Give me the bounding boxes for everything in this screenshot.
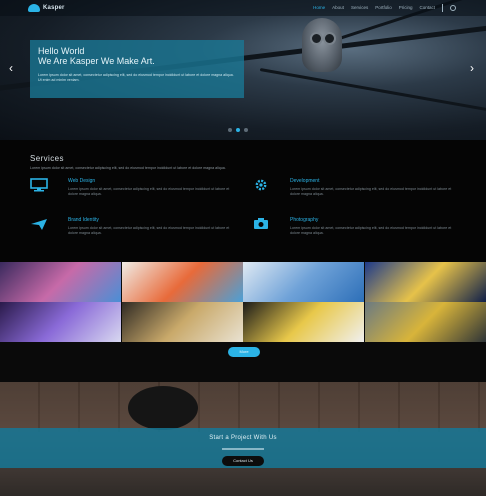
service-text: Lorem ipsum dolor sit amet, consectetur …: [68, 226, 230, 235]
chevron-left-icon[interactable]: ‹: [9, 62, 13, 74]
service-text: Lorem ipsum dolor sit amet, consectetur …: [68, 187, 230, 196]
gallery-tile-anime-city[interactable]: [0, 262, 121, 302]
hero-caption: Hello World We Are Kasper We Make Art. L…: [30, 40, 244, 98]
plane-icon: [31, 219, 47, 230]
brick-wall-background: [0, 382, 486, 432]
slider-dot[interactable]: [244, 128, 248, 132]
gallery-tile-robot-truck[interactable]: [364, 302, 486, 342]
gear-icon: [255, 179, 267, 191]
nav-item-about[interactable]: About: [332, 4, 344, 12]
gallery-tile-space-ship[interactable]: [0, 302, 121, 342]
slider-dot[interactable]: [228, 128, 232, 132]
chevron-right-icon[interactable]: ›: [470, 62, 474, 74]
hero-slider: Hello World We Are Kasper We Make Art. L…: [0, 0, 486, 140]
hero-title-line1: Hello World: [38, 46, 85, 56]
portfolio-gallery: [0, 262, 486, 342]
nav-item-portfolio[interactable]: Portfolio: [375, 4, 392, 12]
service-item: Development Lorem ipsum dolor sit amet, …: [252, 178, 452, 214]
owl-image: [302, 18, 342, 72]
desktop-icon: [30, 178, 48, 192]
services-title: Services: [30, 154, 64, 163]
brand-name: Kasper: [43, 5, 65, 11]
service-item: Web Design Lorem ipsum dolor sit amet, c…: [30, 178, 230, 214]
nav-item-home[interactable]: Home: [313, 4, 325, 12]
slider-dot[interactable]: [236, 128, 240, 132]
search-icon[interactable]: [450, 5, 456, 11]
tree-branch: [259, 68, 486, 111]
top-navbar: Kasper Home About Services Portfolio Pricing…: [0, 0, 486, 16]
service-title: Brand Identity: [68, 217, 99, 223]
gallery-tile-skyline-paint[interactable]: [121, 262, 243, 302]
hero-title-line2: We Are Kasper We Make Art.: [38, 56, 155, 66]
more-button[interactable]: More: [228, 347, 260, 357]
hero-text: Lorem ipsum dolor sit amet, consectetur …: [38, 73, 234, 82]
service-text: Lorem ipsum dolor sit amet, consectetur …: [290, 226, 452, 235]
services-section: Services Lorem ipsum dolor sit amet, con…: [0, 140, 486, 262]
service-item: Photography Lorem ipsum dolor sit amet, …: [252, 217, 452, 253]
service-title: Development: [290, 178, 320, 184]
gallery-tile-graffiti-wall[interactable]: [243, 302, 364, 342]
camera-icon: [254, 218, 268, 229]
cta-divider: [222, 448, 264, 450]
service-title: Web Design: [68, 178, 96, 184]
brand-logo[interactable]: Kasper: [28, 3, 74, 13]
nav-item-services[interactable]: Services: [351, 4, 368, 12]
gallery-tile-graffiti-container[interactable]: [121, 302, 243, 342]
nav-item-contact[interactable]: Contact: [419, 4, 435, 12]
bird-image: [128, 386, 198, 430]
services-intro: Lorem ipsum dolor sit amet, consectetur …: [30, 166, 226, 170]
slider-dots[interactable]: [228, 128, 248, 132]
nav-item-pricing[interactable]: Pricing: [399, 4, 413, 12]
service-title: Photography: [290, 217, 319, 223]
gallery-tile-starry-night[interactable]: [364, 262, 486, 302]
cta-text: Start a Project With Us: [209, 435, 277, 441]
menu-divider: [442, 4, 443, 12]
service-item: Brand Identity Lorem ipsum dolor sit ame…: [30, 217, 230, 253]
contact-button[interactable]: Contact Us: [222, 456, 264, 466]
gallery-tile-white-street[interactable]: [243, 262, 364, 302]
main-menu: Home About Services Portfolio Pricing Contact: [313, 4, 456, 12]
logo-icon: [28, 4, 40, 12]
contact-banner: Start a Project With Us Contact Us: [0, 382, 486, 496]
service-text: Lorem ipsum dolor sit amet, consectetur …: [290, 187, 452, 196]
